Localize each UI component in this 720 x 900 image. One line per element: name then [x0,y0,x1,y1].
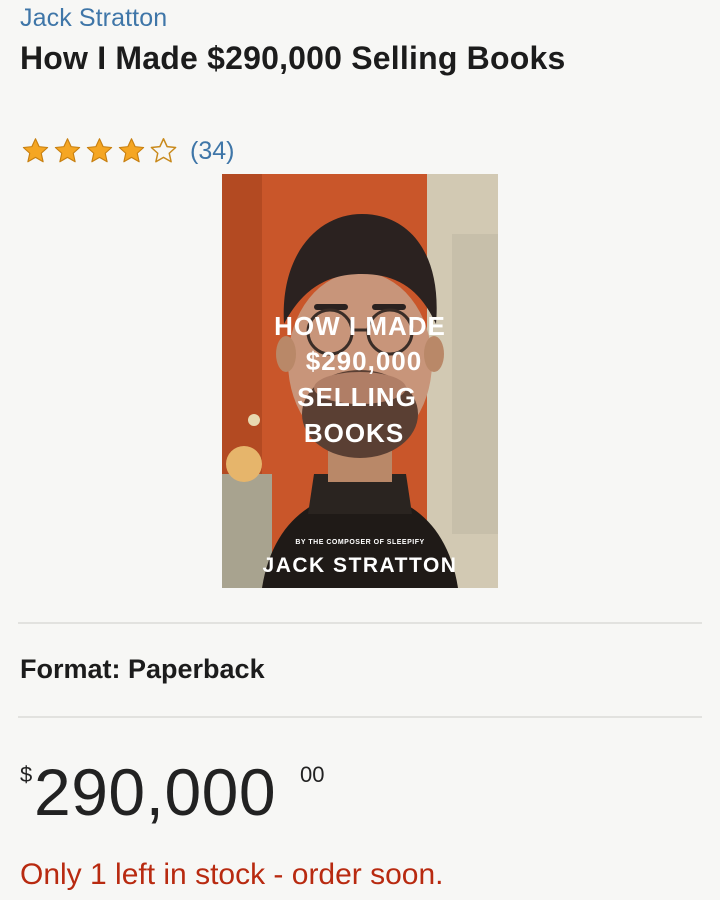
author-link[interactable]: Jack Stratton [20,4,167,33]
star-filled-icon [118,138,145,163]
star-empty-icon [150,138,177,163]
section-divider [18,716,702,718]
cover-byline: BY THE COMPOSER OF SLEEPIFY [295,539,424,546]
cover-title-line-3: SELLING [297,382,417,412]
book-cover-image[interactable]: HOW I MADE $290,000 SELLING BOOKS BY THE… [222,174,498,588]
format-label: Format: Paperback [20,654,265,684]
product-title: How I Made $290,000 Selling Books [20,40,566,76]
stock-status: Only 1 left in stock - order soon. [20,858,444,891]
cover-title-line-1: HOW I MADE [274,311,446,341]
price-fraction: 00 [300,762,325,787]
star-filled-icon [22,138,49,163]
cover-author: JACK STRATTON [263,554,458,577]
stars-group [20,136,180,166]
price-currency: $ [20,762,33,787]
product-page: Jack Stratton How I Made $290,000 Sellin… [0,0,720,900]
section-divider [18,622,702,624]
star-rating[interactable]: (34) [20,134,234,168]
rating-count[interactable]: (34) [190,137,234,166]
star-filled-icon [54,138,81,163]
cover-title-line-4: BOOKS [304,418,404,448]
cover-title-line-2: $290,000 [306,346,422,376]
price-whole: 290,000 [34,755,277,829]
book-cover-art: HOW I MADE $290,000 SELLING BOOKS BY THE… [222,174,498,588]
star-filled-icon [86,138,113,163]
